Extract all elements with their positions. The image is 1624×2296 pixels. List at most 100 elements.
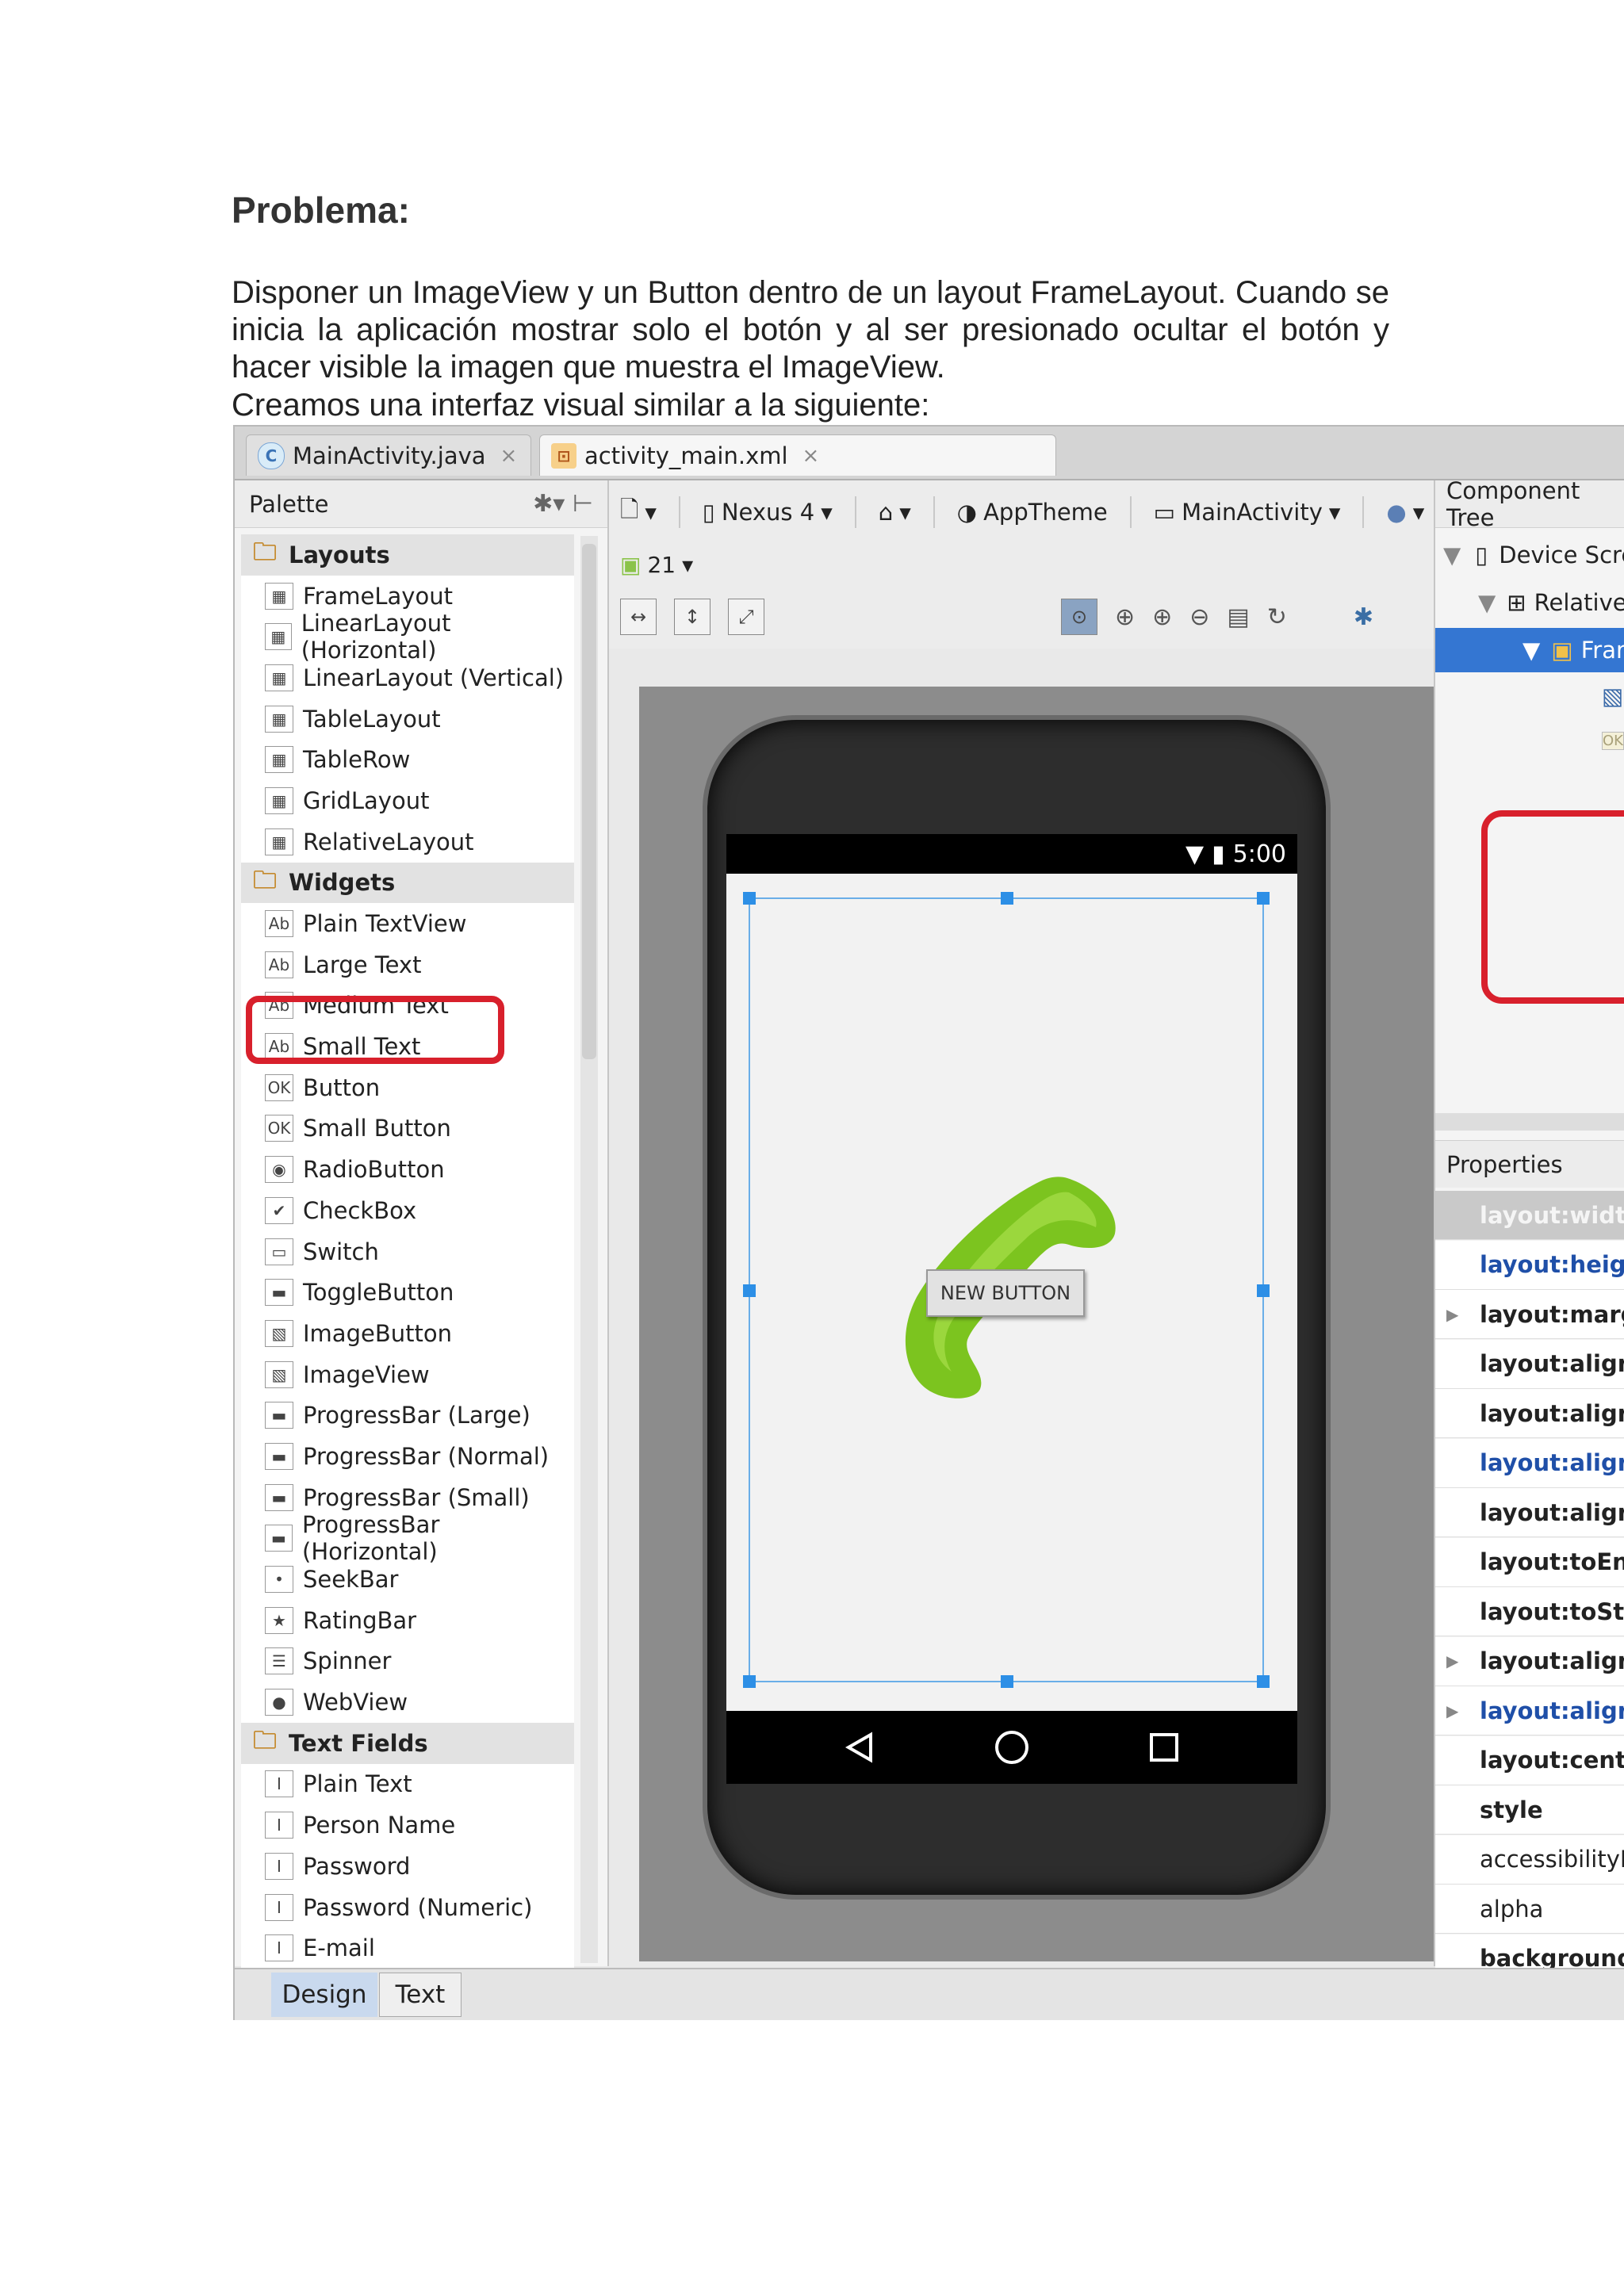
new-layout-dropdown[interactable]: 🗋 ▾ — [620, 493, 657, 532]
palette-item-tablerow[interactable]: ▦ TableRow — [241, 739, 574, 781]
gear-icon[interactable]: ✱ — [1354, 603, 1373, 631]
palette-item-spinner[interactable]: ☰ Spinner — [241, 1640, 574, 1682]
property-row-layout-width[interactable]: layout:width — [1435, 1191, 1624, 1240]
palette-item-progressbar-large[interactable]: ▬ ProgressBar (Large) — [241, 1395, 574, 1437]
property-row-alpha[interactable]: alpha — [1435, 1885, 1624, 1934]
actual-size-icon[interactable]: ⊕ — [1115, 603, 1135, 631]
palette-item-relativelayout[interactable]: ▦ RelativeLayout — [241, 821, 574, 863]
resize-handle[interactable] — [1257, 892, 1270, 905]
tab-text[interactable]: Text — [379, 1973, 462, 2017]
property-row-layout-alignparent[interactable]: ▶ layout:alignParent — [1435, 1686, 1624, 1735]
resize-handle[interactable] — [1001, 892, 1013, 905]
zoom-in-icon[interactable]: ⊕ — [1152, 603, 1172, 631]
resize-handle[interactable] — [1001, 1675, 1013, 1688]
scrollbar-thumb[interactable] — [582, 544, 596, 1059]
orientation-dropdown[interactable]: ⌂ ▾ — [879, 499, 911, 526]
property-row-style[interactable]: style — [1435, 1785, 1624, 1835]
property-row-accessibilityliveregion[interactable]: accessibilityLiveRegion — [1435, 1835, 1624, 1885]
tree-row-framelayout[interactable]: ▼ ▣ FrameLayout — [1435, 628, 1624, 672]
palette-settings-icon[interactable]: ✱▾ ⊢ — [533, 490, 593, 518]
palette-item-plain-textview[interactable]: Ab Plain TextView — [241, 903, 574, 944]
palette-item-password-numeric[interactable]: I Password (Numeric) — [241, 1886, 574, 1928]
palette-item-linearlayout-horizontal[interactable]: ▦ LinearLayout (Horizontal) — [241, 610, 574, 664]
tree-row-device-screen[interactable]: ▼ ▯ Device Screen — [1435, 533, 1624, 577]
close-icon[interactable]: × — [802, 444, 820, 468]
palette-item-progressbar-horizontal[interactable]: ▬ ProgressBar (Horizontal) — [241, 1511, 574, 1565]
tree-row-button[interactable]: OK — [1435, 718, 1624, 763]
tablerow-icon: ▦ — [265, 746, 293, 774]
right-panel: Component Tree ▼ ▯ Device Screen ▼ ⊞ Relativ… — [1434, 477, 1624, 1984]
palette-item-large-text[interactable]: Ab Large Text — [241, 943, 574, 985]
resize-handle[interactable] — [743, 1284, 756, 1297]
property-row-layout-toendof[interactable]: layout:toEndOf — [1435, 1537, 1624, 1587]
api-level-dropdown[interactable]: ▣ 21 ▾ — [620, 552, 693, 578]
tab-mainactivity-java[interactable]: C MainActivity.java × — [246, 434, 531, 476]
palette-scrollbar[interactable] — [580, 536, 598, 1963]
palette-item-checkbox[interactable]: ✔ CheckBox — [241, 1190, 574, 1231]
resize-handle[interactable] — [743, 1675, 756, 1688]
palette-category-text-fields[interactable]: 🗀 Text Fields — [241, 1722, 574, 1764]
locale-dropdown[interactable]: ● ▾ — [1386, 499, 1424, 526]
expand-arrow-icon[interactable]: ▶ — [1446, 1701, 1458, 1720]
property-row-layout-centerinparent[interactable]: layout:centerInParent — [1435, 1735, 1624, 1785]
activity-dropdown[interactable]: ▭ MainActivity ▾ — [1154, 499, 1341, 526]
zoom-to-fit-icon[interactable]: ⊙ — [1061, 599, 1097, 635]
recents-icon[interactable] — [1147, 1730, 1182, 1765]
palette-item-imageview[interactable]: ▧ ImageView — [241, 1353, 574, 1395]
panel-splitter[interactable] — [1435, 1113, 1624, 1131]
zoom-out-icon[interactable]: ⊖ — [1189, 603, 1209, 631]
resize-icon[interactable]: ⤢ — [728, 599, 764, 635]
resize-handle[interactable] — [743, 892, 756, 905]
property-row-layout-alignend[interactable]: layout:alignEnd — [1435, 1339, 1624, 1389]
screenshot-icon[interactable]: ▤ — [1227, 603, 1249, 631]
property-row-layout-alignstart[interactable]: layout:alignStart — [1435, 1488, 1624, 1537]
palette-item-tablelayout[interactable]: ▦ TableLayout — [241, 698, 574, 740]
tab-activity-main-xml[interactable]: ⊡ activity_main.xml × — [539, 434, 1056, 476]
palette-item-e-mail[interactable]: I E-mail — [241, 1927, 574, 1969]
home-icon[interactable] — [993, 1728, 1031, 1766]
back-icon[interactable] — [842, 1730, 877, 1765]
theme-selector[interactable]: ◑ AppTheme — [957, 499, 1108, 526]
property-row-layout-alignparentstart[interactable]: layout:alignParentStart — [1435, 1438, 1624, 1488]
close-icon[interactable]: × — [500, 444, 518, 468]
palette-item-small-button[interactable]: OK Small Button — [241, 1108, 574, 1150]
tree-row-relativelayout[interactable]: ▼ ⊞ RelativeLayout — [1435, 580, 1624, 625]
property-row-layout-aligncomponent[interactable]: ▶ layout:alignComponent — [1435, 1636, 1624, 1686]
resize-handle[interactable] — [1257, 1284, 1270, 1297]
editor-tab-bar: C MainActivity.java × ⊡ activity_main.xm… — [235, 427, 1624, 480]
expand-arrow-icon[interactable]: ▼ — [1443, 541, 1461, 568]
palette-category-layouts[interactable]: 🗀 Layouts — [241, 534, 574, 576]
expand-arrow-icon[interactable]: ▼ — [1522, 637, 1540, 664]
palette-item-imagebutton[interactable]: ▧ ImageButton — [241, 1313, 574, 1354]
device-dropdown[interactable]: ▯ Nexus 4 ▾ — [703, 499, 833, 526]
expand-arrow-icon[interactable]: ▶ — [1446, 1305, 1458, 1324]
fit-width-icon[interactable]: ↔ — [620, 599, 657, 635]
palette-item-person-name[interactable]: I Person Name — [241, 1804, 574, 1846]
palette-item-password[interactable]: I Password — [241, 1846, 574, 1887]
resize-handle[interactable] — [1257, 1675, 1270, 1688]
palette-item-webview[interactable]: ● WebView — [241, 1682, 574, 1723]
palette-item-ratingbar[interactable]: ★ RatingBar — [241, 1599, 574, 1641]
expand-arrow-icon[interactable]: ▶ — [1446, 1651, 1458, 1670]
fit-height-icon[interactable]: ↕ — [674, 599, 710, 635]
palette-item-radiobutton[interactable]: ◉ RadioButton — [241, 1149, 574, 1190]
property-row-layout-alignparentend[interactable]: layout:alignParentEnd — [1435, 1389, 1624, 1438]
palette-item-label: ProgressBar (Small) — [303, 1483, 530, 1511]
palette-item-gridlayout[interactable]: ▦ GridLayout — [241, 780, 574, 821]
tab-design[interactable]: Design — [271, 1973, 377, 2017]
property-row-layout-height[interactable]: layout:height — [1435, 1240, 1624, 1290]
expand-arrow-icon[interactable]: ▼ — [1478, 589, 1496, 616]
refresh-icon[interactable]: ↻ — [1267, 603, 1287, 631]
problem-description: Disponer un ImageView y un Button dentro… — [232, 275, 1389, 385]
palette-item-togglebutton[interactable]: ▬ ToggleButton — [241, 1272, 574, 1314]
progressbar-horizontal-icon: ▬ — [265, 1525, 293, 1552]
palette-item-plain-text[interactable]: I Plain Text — [241, 1763, 574, 1805]
new-button-widget[interactable]: NEW BUTTON — [926, 1269, 1085, 1317]
palette-category-widgets[interactable]: 🗀 Widgets — [241, 862, 574, 904]
property-row-layout-tostartof[interactable]: layout:toStartOf — [1435, 1587, 1624, 1636]
palette-item-progressbar-normal[interactable]: ▬ ProgressBar (Normal) — [241, 1436, 574, 1477]
tree-row-imageview[interactable]: ▧ — [1435, 674, 1624, 718]
property-row-layout-margin[interactable]: ▶ layout:margin — [1435, 1290, 1624, 1339]
palette-item-switch[interactable]: ▭ Switch — [241, 1230, 574, 1272]
palette-item-button[interactable]: OK Button — [241, 1066, 574, 1108]
